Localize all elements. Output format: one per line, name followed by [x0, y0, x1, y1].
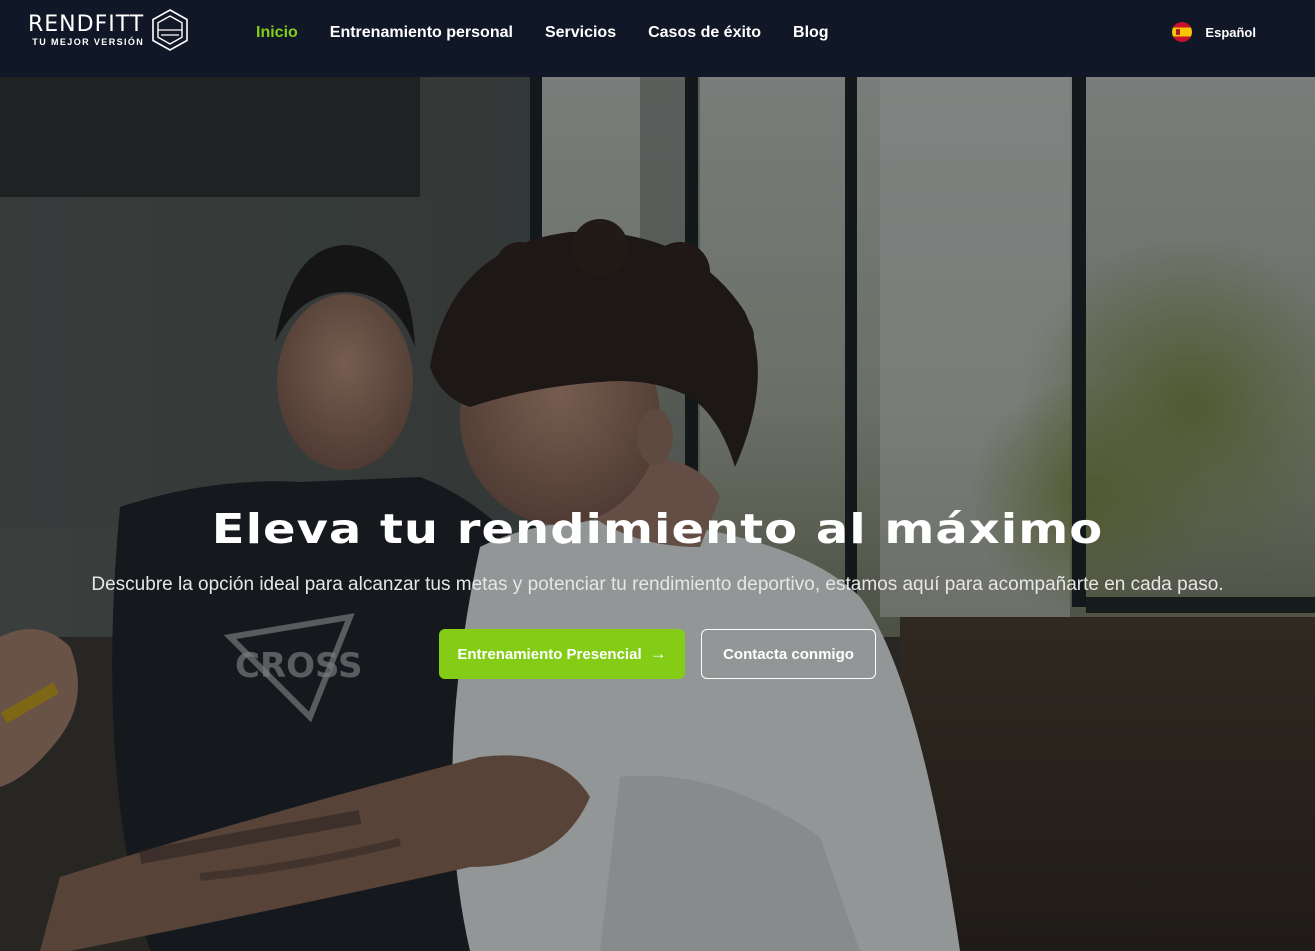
hero-content: Eleva tu rendimiento al máximo Descubre … — [0, 499, 1315, 679]
nav-item-blog[interactable]: Blog — [793, 24, 829, 42]
hero-subtitle: Descubre la opción ideal para alcanzar t… — [91, 574, 1224, 595]
language-selector[interactable]: Español — [1172, 22, 1256, 42]
logo-wordmark: RENDFITT TU MEJOR VERSIÓN — [28, 11, 145, 47]
language-label: Español — [1205, 24, 1256, 40]
hero-title: Eleva tu rendimiento al máximo — [211, 504, 1104, 554]
nav-item-entrenamiento-personal[interactable]: Entrenamiento personal — [330, 24, 513, 42]
entrenamiento-presencial-button[interactable]: Entrenamiento Presencial → — [439, 629, 685, 679]
arrow-right-icon: → — [649, 644, 667, 663]
contacta-conmigo-button[interactable]: Contacta conmigo — [701, 629, 876, 679]
hexagon-logo-icon — [152, 9, 189, 51]
logo[interactable]: RENDFITT TU MEJOR VERSIÓN — [28, 7, 214, 53]
nav-item-inicio[interactable]: Inicio — [256, 24, 298, 42]
hero-actions: Entrenamiento Presencial → Contacta conm… — [0, 629, 1315, 679]
logo-name: RENDFITT — [28, 11, 145, 37]
entrenamiento-presencial-label: Entrenamiento Presencial — [457, 645, 642, 663]
contacta-conmigo-label: Contacta conmigo — [723, 645, 854, 663]
spain-flag-icon — [1172, 22, 1193, 42]
nav-item-casos-de-exito[interactable]: Casos de éxito — [648, 24, 761, 42]
nav-item-servicios[interactable]: Servicios — [545, 24, 616, 42]
site-header: RENDFITT TU MEJOR VERSIÓN Inicio Entrena… — [0, 0, 1315, 77]
logo-tagline: TU MEJOR VERSIÓN — [32, 36, 145, 47]
main-nav: Inicio Entrenamiento personal Servicios … — [256, 0, 861, 66]
hero-section: CROSS Eleva tu rendimiento al máximo Des… — [0, 77, 1315, 951]
